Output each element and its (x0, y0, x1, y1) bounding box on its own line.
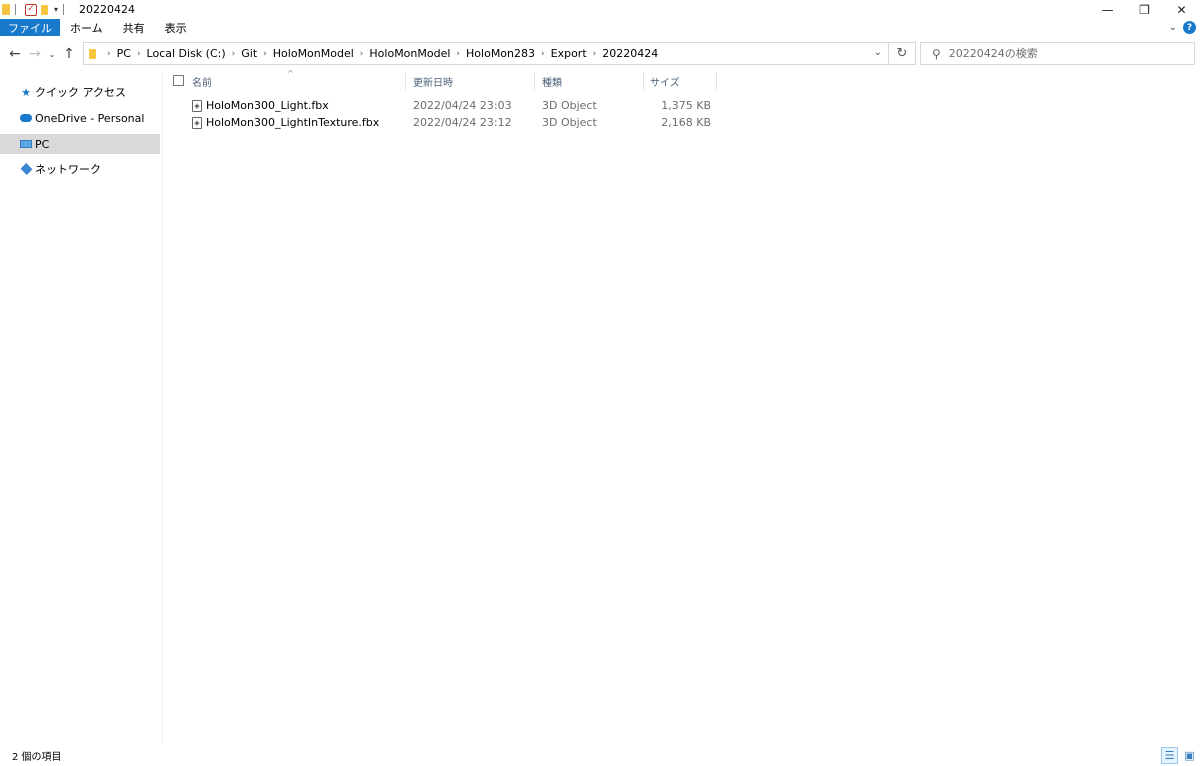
sidebar-item-onedrive[interactable]: OneDrive - Personal (0, 108, 160, 128)
search-input[interactable] (948, 47, 1169, 60)
toolbar-separator (63, 4, 65, 15)
new-folder-icon[interactable] (41, 4, 48, 15)
sidebar-item-network[interactable]: ネットワーク (0, 159, 160, 179)
pc-icon (20, 138, 32, 150)
address-bar[interactable]: › PC › Local Disk (C:) › Git › HoloMonMo… (83, 42, 889, 65)
column-header-type[interactable]: 種類 (542, 72, 562, 90)
breadcrumb-pc[interactable]: PC (117, 47, 131, 60)
file-type: 3D Object (542, 116, 597, 129)
large-icons-view-icon[interactable]: ▣ (1181, 747, 1198, 764)
forward-button[interactable]: → (25, 44, 45, 64)
search-box[interactable]: ⚲ (920, 42, 1195, 65)
window-title: 20220424 (79, 3, 136, 16)
select-all-checkbox[interactable] (173, 75, 184, 86)
view-switcher: ☰ ▣ (1161, 747, 1198, 764)
cloud-icon (20, 112, 32, 124)
breadcrumb-separator[interactable]: › (137, 49, 141, 59)
sidebar-item-label: OneDrive - Personal (35, 111, 145, 125)
breadcrumb-separator[interactable]: › (263, 49, 267, 59)
quick-access-toolbar: ✓ ▾ (0, 0, 69, 19)
details-view-icon[interactable]: ☰ (1161, 747, 1178, 764)
breadcrumb-git[interactable]: Git (241, 47, 257, 60)
file-name: HoloMon300_LightInTexture.fbx (206, 116, 380, 129)
file-row[interactable]: ◈ HoloMon300_LightInTexture.fbx 2022/04/… (163, 114, 723, 131)
maximize-button[interactable]: ❐ (1126, 0, 1163, 19)
pane-divider[interactable] (162, 72, 163, 744)
item-count: 2 個の項目 (12, 751, 62, 763)
ribbon-tabs: ファイル ホーム 共有 表示 ⌄ ? (0, 19, 1200, 36)
sort-ascending-icon: ^ (287, 69, 294, 78)
column-header-modified[interactable]: 更新日時 (413, 72, 453, 90)
file-modified: 2022/04/24 23:12 (413, 116, 512, 129)
sidebar-item-quick-access[interactable]: ★ クイック アクセス (0, 82, 160, 102)
status-bar: 2 個の項目 ☰ ▣ (0, 744, 1200, 766)
column-headers: ^ 名前 更新日時 種類 サイズ (163, 69, 723, 90)
breadcrumb-local-disk[interactable]: Local Disk (C:) (147, 47, 226, 60)
file-name: HoloMon300_Light.fbx (206, 99, 329, 112)
sidebar-item-label: PC (35, 137, 50, 151)
breadcrumb-holomonmodel[interactable]: HoloMonModel (273, 47, 354, 60)
ribbon-right-controls: ⌄ ? (1169, 19, 1196, 36)
file-size: 1,375 KB (661, 99, 711, 112)
expand-ribbon-chevron-icon[interactable]: ⌄ (1169, 22, 1177, 33)
file-row[interactable]: ◈ HoloMon300_Light.fbx 2022/04/24 23:03 … (163, 97, 723, 114)
recent-locations-chevron-icon[interactable]: ⌄ (45, 44, 59, 64)
folder-icon (2, 4, 10, 15)
breadcrumb-separator[interactable]: › (360, 49, 364, 59)
column-divider[interactable] (405, 72, 406, 90)
breadcrumb-holomonmodel-2[interactable]: HoloMonModel (369, 47, 450, 60)
breadcrumb-holomon283[interactable]: HoloMon283 (466, 47, 535, 60)
tab-file[interactable]: ファイル (0, 19, 60, 36)
column-header-name[interactable]: 名前 (192, 72, 212, 90)
properties-icon[interactable]: ✓ (25, 3, 37, 16)
help-icon[interactable]: ? (1183, 21, 1196, 34)
column-divider[interactable] (716, 72, 717, 90)
sidebar-item-label: ネットワーク (35, 163, 101, 176)
toolbar-separator (15, 4, 16, 15)
star-icon: ★ (21, 85, 31, 99)
network-icon (20, 163, 32, 175)
3d-object-file-icon: ◈ (192, 116, 202, 129)
navigation-bar: ← → ⌄ ↑ › PC › Local Disk (C:) › Git › H… (0, 36, 1200, 72)
breadcrumb-separator[interactable]: › (107, 49, 111, 59)
title-bar: ✓ ▾ 20220424 — ❐ ✕ (0, 0, 1200, 19)
tab-view[interactable]: 表示 (155, 19, 197, 36)
breadcrumb-separator[interactable]: › (541, 49, 545, 59)
address-dropdown-chevron-icon[interactable]: ⌄ (874, 47, 882, 58)
file-size: 2,168 KB (661, 116, 711, 129)
breadcrumb-separator[interactable]: › (593, 49, 597, 59)
column-header-size[interactable]: サイズ (650, 72, 680, 90)
breadcrumb-separator[interactable]: › (456, 49, 460, 59)
back-button[interactable]: ← (5, 44, 25, 64)
column-divider[interactable] (643, 72, 644, 90)
file-type: 3D Object (542, 99, 597, 112)
tab-share[interactable]: 共有 (113, 19, 155, 36)
close-button[interactable]: ✕ (1163, 0, 1200, 19)
navigation-pane: ★ クイック アクセス OneDrive - Personal PC ネットワー… (0, 72, 162, 744)
sidebar-item-pc[interactable]: PC (0, 134, 160, 154)
file-name-cell: ◈ HoloMon300_LightInTexture.fbx (192, 114, 379, 131)
column-divider[interactable] (534, 72, 535, 90)
file-name-cell: ◈ HoloMon300_Light.fbx (192, 97, 329, 114)
file-modified: 2022/04/24 23:03 (413, 99, 512, 112)
breadcrumb-export[interactable]: Export (551, 47, 587, 60)
folder-icon (89, 48, 96, 59)
breadcrumb-separator[interactable]: › (232, 49, 236, 59)
search-icon: ⚲ (932, 46, 941, 61)
customize-toolbar-chevron-icon[interactable]: ▾ (54, 5, 58, 14)
3d-object-file-icon: ◈ (192, 99, 202, 112)
sidebar-item-label: クイック アクセス (35, 86, 126, 99)
refresh-button[interactable]: ↻ (889, 42, 916, 65)
window-controls: — ❐ ✕ (1089, 0, 1200, 19)
up-button[interactable]: ↑ (59, 44, 79, 64)
breadcrumb-20220424[interactable]: 20220424 (602, 47, 658, 60)
tab-home[interactable]: ホーム (60, 19, 113, 36)
minimize-button[interactable]: — (1089, 0, 1126, 19)
